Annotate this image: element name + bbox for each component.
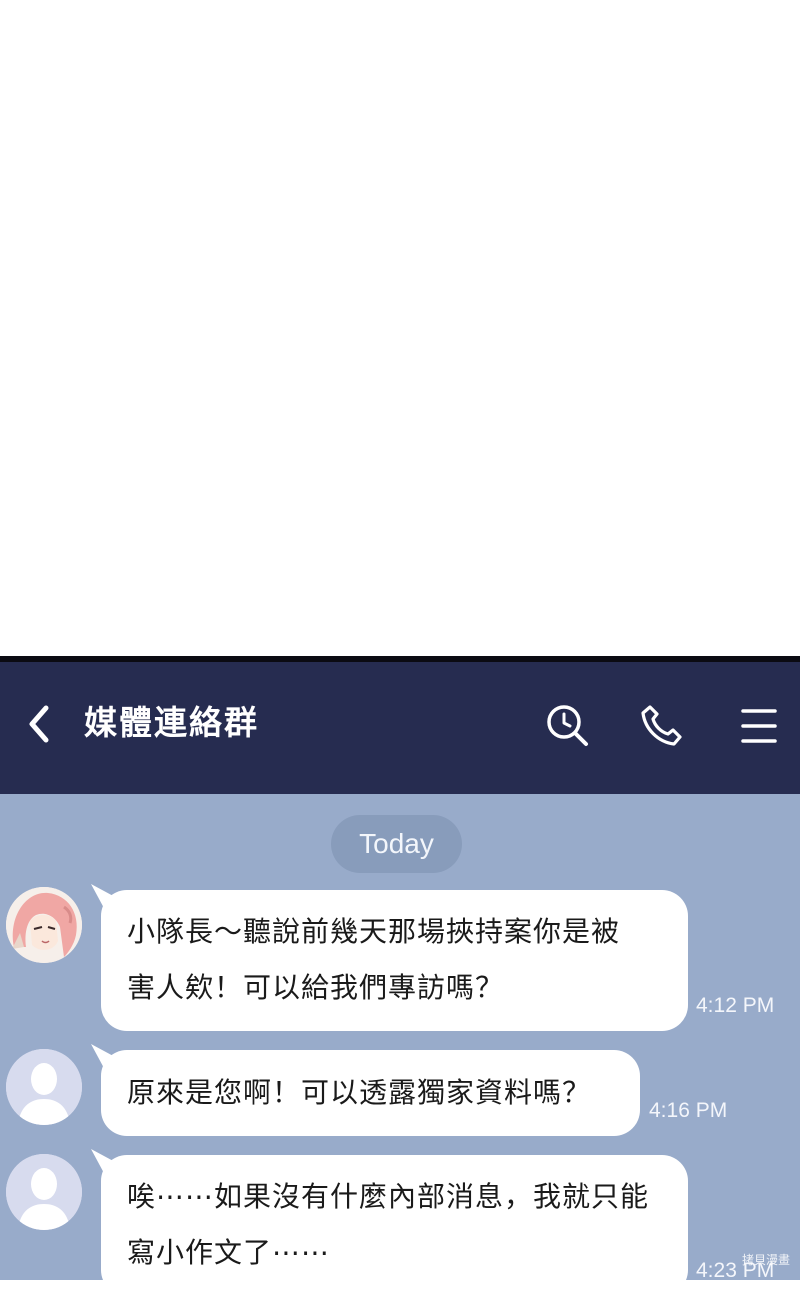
message-line: 原來是您啊！可以透露獨家資料嗎？ <box>127 1076 592 1109</box>
phone-icon[interactable] <box>638 702 686 750</box>
message-bubble-3[interactable]: 唉⋯⋯如果沒有什麼內部消息，我就只能 寫小作文了⋯⋯ <box>91 1149 688 1296</box>
message-line: 小隊長～聽說前幾天那場挾持案你是被 <box>127 915 621 948</box>
chevron-left-icon[interactable] <box>24 700 58 748</box>
default-person-avatar[interactable] <box>6 1154 82 1230</box>
message-bubble-2[interactable]: 原來是您啊！可以透露獨家資料嗎？ <box>91 1044 640 1136</box>
message-timestamp: 4:12 PM <box>696 994 775 1017</box>
hamburger-menu-icon[interactable] <box>740 706 778 746</box>
watermark: 拷貝漫畫 <box>741 1253 790 1267</box>
message-timestamp: 4:16 PM <box>649 1099 728 1122</box>
date-separator: Today <box>331 815 462 873</box>
default-person-avatar[interactable] <box>6 1049 82 1125</box>
search-icon[interactable] <box>544 702 590 748</box>
chat-title: 媒體連絡群 <box>84 703 259 742</box>
message-line: 寫小作文了⋯⋯ <box>127 1236 331 1269</box>
message-line: 唉⋯⋯如果沒有什麼內部消息，我就只能 <box>127 1180 650 1213</box>
message-line: 害人欸！可以給我們專訪嗎？ <box>127 971 505 1004</box>
blank-panel-area <box>0 0 800 656</box>
message-bubble-1[interactable]: 小隊長～聽說前幾天那場挾持案你是被 害人欸！可以給我們專訪嗎？ <box>91 884 688 1031</box>
pink-hair-character-avatar[interactable] <box>6 887 82 963</box>
